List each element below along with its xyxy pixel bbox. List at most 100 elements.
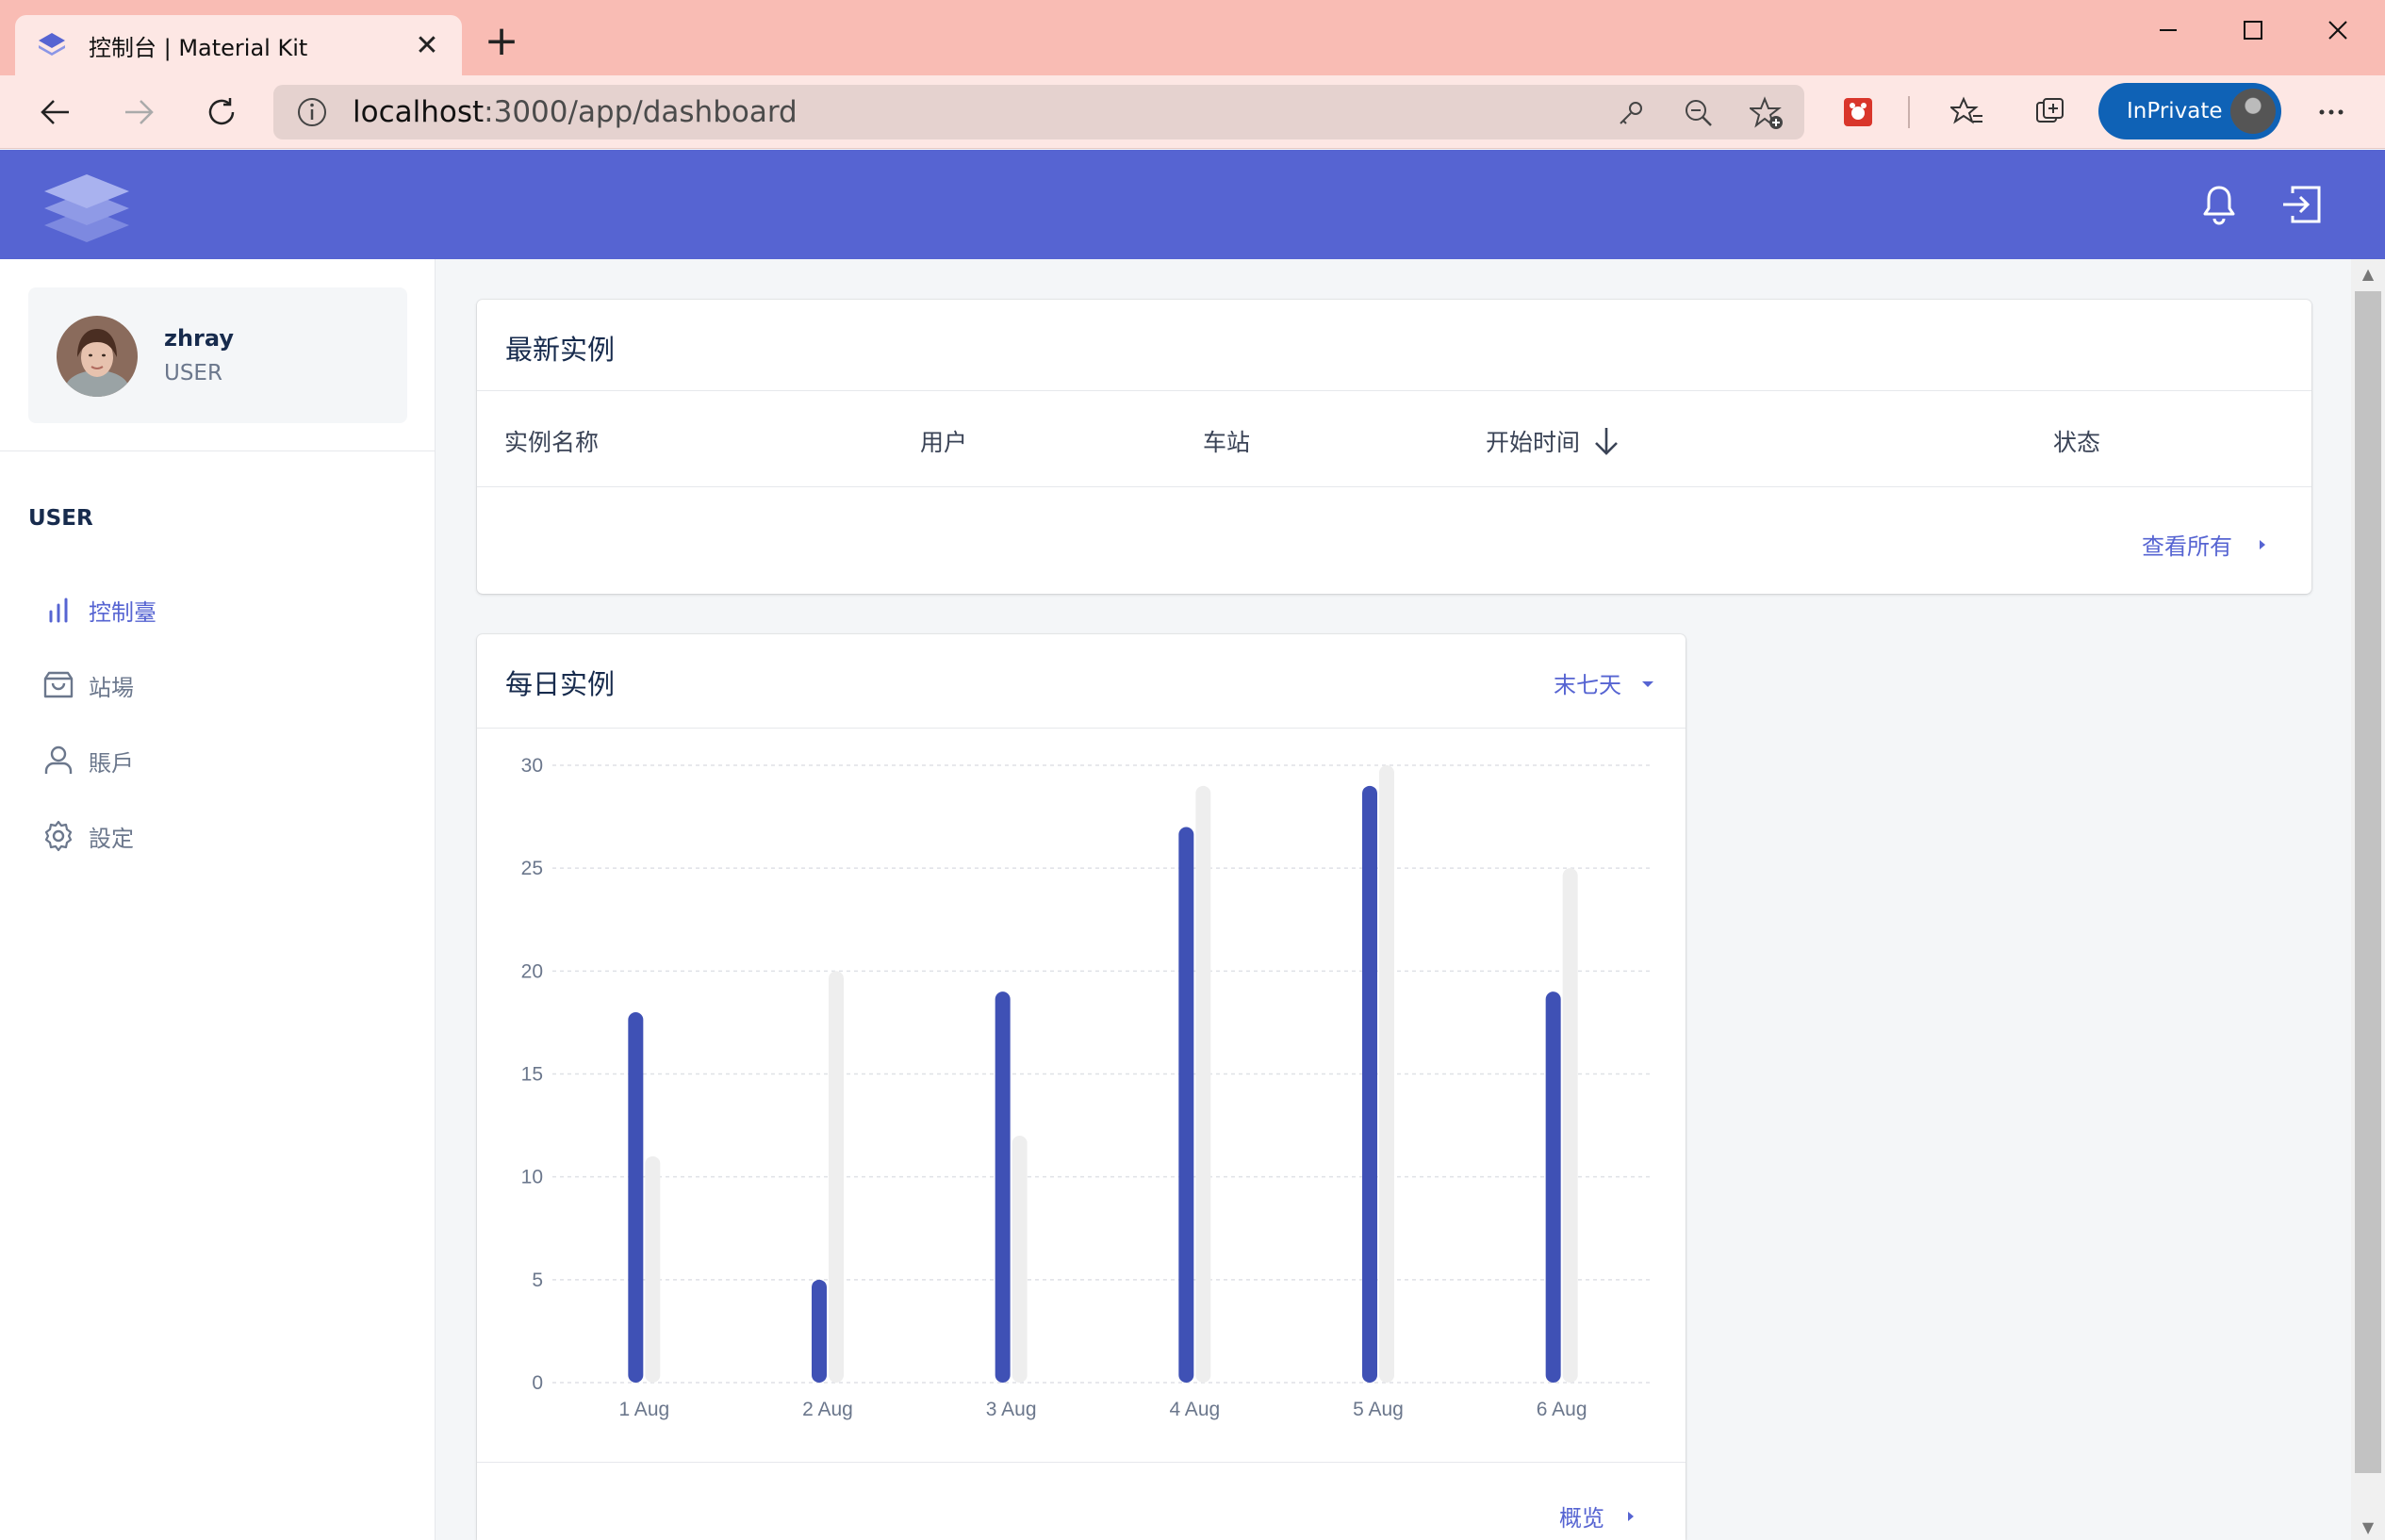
extension-icon [1844, 98, 1872, 126]
sidebar-item-label: 站場 [89, 674, 134, 701]
logout-icon[interactable] [2279, 184, 2323, 225]
sidebar-item-account[interactable]: 賬戶 [41, 740, 134, 781]
column-header-station[interactable]: 车站 [1203, 424, 1250, 458]
favorites-icon [1950, 96, 1982, 124]
refresh-button[interactable] [198, 89, 245, 136]
new-tab-button[interactable]: + [481, 21, 522, 62]
overview-button[interactable]: 概览 [1559, 1499, 1640, 1532]
sidebar-item-dashboard[interactable]: 控制臺 [41, 589, 156, 631]
zoom-out-icon[interactable] [1682, 96, 1716, 130]
arrow-left-icon [41, 100, 69, 124]
caret-right-icon [2260, 539, 2265, 549]
scrollbar-thumb[interactable] [2355, 291, 2381, 1473]
maximize-icon [2244, 21, 2262, 40]
key-icon[interactable] [1614, 96, 1648, 130]
address-bar[interactable]: localhost:3000/app/dashboard [273, 85, 1804, 139]
column-header-status[interactable]: 状态 [2053, 424, 2100, 458]
x-tick-label: 1 Aug [618, 1399, 669, 1420]
y-tick-label: 10 [521, 1167, 543, 1188]
daily-bar-chart: 0 5 10 15 20 25 30 1 Aug 2 Aug 3 Aug 4 Aug 5 Aug 6 A… [521, 755, 1653, 1420]
bar [1545, 991, 1561, 1383]
avatar[interactable] [57, 316, 138, 397]
y-tick-label: 30 [521, 755, 543, 777]
settings-icon [41, 819, 75, 853]
more-menu-button[interactable] [2308, 89, 2355, 136]
column-header-label: 开始时间 [1486, 429, 1581, 456]
layers-icon [39, 33, 65, 56]
sidebar-item-settings[interactable]: 設定 [41, 815, 134, 857]
bell-icon[interactable] [2200, 184, 2238, 225]
close-icon [2328, 21, 2347, 40]
scroll-up-icon[interactable]: ▲ [2351, 265, 2385, 283]
column-header-user[interactable]: 用户 [920, 424, 967, 458]
extension-button[interactable] [1834, 89, 1882, 136]
x-tick-label: 6 Aug [1537, 1399, 1587, 1420]
card-divider [477, 486, 2311, 487]
range-select-label: 末七天 [1554, 672, 1621, 698]
toolbar-divider [1908, 96, 1910, 128]
sidebar-item-label: 設定 [89, 825, 134, 852]
browser-tab[interactable]: 控制台 | Material Kit ✕ [15, 15, 462, 75]
refresh-icon [208, 98, 235, 125]
scroll-down-icon[interactable]: ▼ [2351, 1518, 2385, 1536]
sidebar-item-stations[interactable]: 站場 [41, 664, 134, 706]
app-topbar [0, 150, 2385, 259]
y-tick-label: 5 [532, 1270, 543, 1291]
user-icon [41, 744, 75, 778]
add-favorite-icon[interactable] [1750, 96, 1784, 130]
tab-close-icon[interactable]: ✕ [413, 29, 441, 62]
y-tick-label: 25 [521, 858, 543, 879]
minimize-button[interactable] [2140, 9, 2196, 51]
latest-instances-card: 最新实例 查看所有 [477, 300, 2311, 594]
column-header-name[interactable]: 实例名称 [504, 424, 599, 458]
view-all-label: 查看所有 [2142, 533, 2232, 560]
logo-icon[interactable] [40, 171, 134, 242]
user-name: zhray [164, 325, 234, 352]
x-tick-label: 2 Aug [802, 1399, 853, 1420]
back-button[interactable] [32, 89, 79, 136]
sidebar: zhray USER USER 控制臺 站場 賬戶 設定 [0, 259, 436, 1540]
y-tick-label: 15 [521, 1064, 543, 1086]
bar [1012, 1136, 1028, 1383]
collections-button[interactable] [2027, 89, 2074, 136]
tab-title: 控制台 | Material Kit [89, 34, 308, 61]
column-header-start-time[interactable]: 开始时间 [1486, 424, 1621, 458]
bar [1562, 868, 1578, 1383]
browser-titlebar: 控制台 | Material Kit ✕ + [0, 0, 2385, 75]
sidebar-section-title: USER [28, 506, 93, 531]
inprivate-profile-button[interactable]: InPrivate [2098, 83, 2281, 139]
range-select[interactable]: 末七天 [1554, 666, 1657, 699]
url-text[interactable]: localhost:3000/app/dashboard [353, 95, 798, 129]
favorites-button[interactable] [1944, 89, 1991, 136]
page-scrollbar[interactable]: ▲ ▼ [2351, 259, 2385, 1540]
collections-icon [2036, 98, 2064, 123]
bar [812, 1279, 827, 1383]
bar [645, 1155, 661, 1383]
info-icon[interactable] [296, 96, 328, 128]
overview-label: 概览 [1559, 1505, 1604, 1532]
caret-right-icon [1628, 1511, 1634, 1521]
bar [995, 991, 1011, 1383]
x-tick-label: 3 Aug [986, 1399, 1037, 1420]
close-window-button[interactable] [2310, 9, 2366, 51]
view-all-button[interactable]: 查看所有 [2142, 528, 2272, 561]
user-role: USER [164, 361, 222, 385]
y-tick-label: 20 [521, 960, 543, 982]
shopping-bag-icon [41, 668, 75, 702]
forward-button[interactable] [115, 89, 162, 136]
arrow-down-icon[interactable] [1591, 425, 1621, 457]
profile-card: zhray USER [28, 287, 407, 423]
bar [1379, 765, 1394, 1383]
profile-avatar-icon [2230, 89, 2276, 134]
y-tick-label: 0 [532, 1372, 543, 1394]
maximize-button[interactable] [2225, 9, 2281, 51]
browser-navbar: localhost:3000/app/dashboard InPrivate [0, 75, 2385, 149]
latest-instances-title: 最新实例 [505, 334, 616, 366]
bar [1362, 785, 1377, 1383]
minimize-icon [2160, 29, 2177, 31]
bar-chart-icon [41, 593, 75, 627]
bar [829, 971, 844, 1383]
x-tick-label: 4 Aug [1169, 1399, 1220, 1420]
bar [1178, 827, 1194, 1383]
caret-down-icon [1642, 680, 1653, 687]
